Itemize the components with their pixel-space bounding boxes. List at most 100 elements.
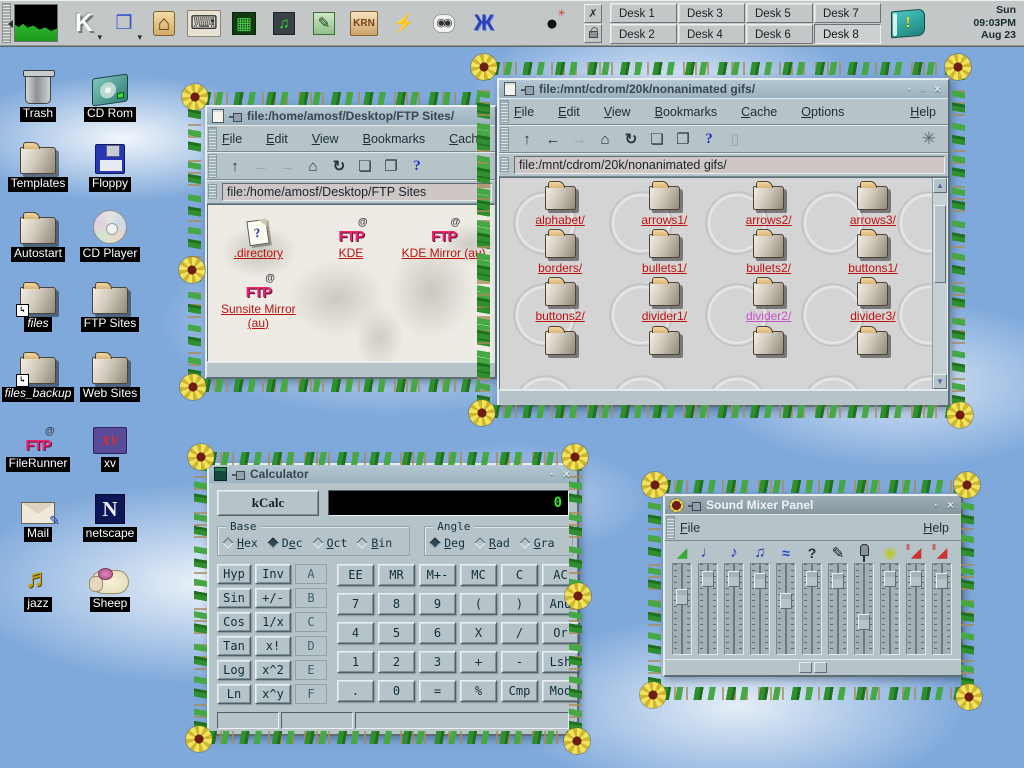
toolbar-icon[interactable]: ❏: [352, 154, 378, 178]
scroll-thumb[interactable]: [934, 205, 946, 283]
folder-item[interactable]: divider2/: [746, 282, 791, 323]
scroll-up-button[interactable]: ▲: [933, 178, 947, 193]
slider-track[interactable]: [906, 563, 926, 655]
menubar-drag-handle[interactable]: [666, 516, 675, 539]
toolbar-icon[interactable]: ←: [540, 127, 566, 151]
slider-handle[interactable]: [676, 589, 688, 605]
calc-key[interactable]: B: [295, 588, 327, 608]
calc-key[interactable]: Sin: [217, 588, 251, 608]
calc-key[interactable]: D: [295, 636, 327, 656]
slider-handle[interactable]: [780, 593, 792, 609]
channel-slider[interactable]: [695, 563, 721, 659]
channel-slider[interactable]: [929, 563, 955, 659]
folder-item[interactable]: arrows1/: [641, 186, 687, 227]
calc-key[interactable]: Tan: [217, 636, 251, 656]
desk-button[interactable]: Desk 3: [678, 3, 745, 23]
calc-key[interactable]: 9: [419, 593, 456, 615]
locbar-drag-handle[interactable]: [500, 157, 509, 172]
desk-button[interactable]: Desk 5: [746, 3, 813, 23]
toolbar-icon[interactable]: ?: [404, 154, 430, 178]
panel-launcher-icon[interactable]: KRN: [344, 3, 384, 43]
menu-item[interactable]: File: [222, 132, 242, 146]
calc-key[interactable]: Hyp: [217, 564, 251, 584]
lock-button[interactable]: [584, 24, 602, 43]
menu-item[interactable]: File: [514, 105, 534, 119]
menubar-drag-handle[interactable]: [500, 100, 509, 123]
calc-key[interactable]: 4: [337, 622, 374, 644]
desktop-icon[interactable]: files_backup: [2, 332, 74, 402]
desktop-icon[interactable]: ♬ jazz: [2, 542, 74, 612]
scroll-down-button[interactable]: ▼: [933, 374, 947, 389]
toolbar-icon[interactable]: ↻: [326, 154, 352, 178]
titlebar[interactable]: Sound Mixer Panel · ×: [665, 496, 961, 514]
toolbar-icon[interactable]: →: [566, 127, 592, 151]
toolbar-icon[interactable]: ⌂: [300, 154, 326, 178]
ftp-site-link[interactable]: FTP KDE: [338, 215, 363, 261]
calc-key[interactable]: MR: [378, 564, 415, 586]
channel-icon[interactable]: ≈: [773, 543, 799, 562]
panel-launcher-icon[interactable]: ▦: [224, 3, 264, 43]
slider-handle[interactable]: [832, 573, 844, 589]
menu-item-help[interactable]: Help: [910, 105, 936, 119]
folder-item[interactable]: arrows3/: [850, 186, 896, 227]
menu-item-file[interactable]: File: [680, 521, 700, 535]
folder-item[interactable]: borders/: [538, 234, 582, 275]
channel-slider[interactable]: [747, 563, 773, 659]
close-button[interactable]: ×: [932, 83, 943, 95]
slider-handle[interactable]: [806, 571, 818, 587]
close-button[interactable]: ×: [561, 468, 572, 480]
desktop-icon[interactable]: Sheep: [74, 542, 146, 612]
toolbar-icon[interactable]: ❐: [670, 127, 696, 151]
calc-key[interactable]: 0: [378, 680, 415, 702]
calc-key[interactable]: 5: [378, 622, 415, 644]
panel-launcher-icon[interactable]: K: [64, 3, 104, 43]
slider-track[interactable]: [698, 563, 718, 655]
location-input[interactable]: file:/home/amosf/Desktop/FTP Sites: [222, 183, 492, 201]
desktop-icon[interactable]: FTP Sites: [74, 262, 146, 332]
folder-item[interactable]: [649, 331, 680, 372]
titlebar[interactable]: file:/home/amosf/Desktop/FTP Sites/: [207, 107, 495, 125]
calc-key[interactable]: x!: [255, 636, 291, 656]
channel-slider[interactable]: [773, 563, 799, 659]
menu-item[interactable]: Bookmarks: [655, 105, 718, 119]
calc-key[interactable]: 1/x: [255, 612, 291, 632]
slider-handle[interactable]: [728, 571, 740, 587]
toolbar-drag-handle[interactable]: [208, 154, 217, 178]
calc-key[interactable]: E: [295, 660, 327, 680]
channel-slider[interactable]: [903, 563, 929, 659]
menu-item[interactable]: Options: [801, 105, 844, 119]
panel-launcher-icon[interactable]: ⚡: [384, 3, 424, 43]
sticky-pin-icon[interactable]: [229, 112, 242, 121]
calc-key[interactable]: Mod: [542, 680, 579, 702]
toolbar-icon[interactable]: ❐: [378, 154, 404, 178]
channel-slider[interactable]: [799, 563, 825, 659]
help-book-icon[interactable]: !: [891, 8, 925, 38]
titlebar[interactable]: file:/mnt/cdrom/20k/nonanimated gifs/ · …: [499, 80, 948, 98]
calc-key[interactable]: C: [501, 564, 538, 586]
desktop-icon[interactable]: XV xv: [74, 402, 146, 472]
calc-key[interactable]: And: [542, 593, 579, 615]
ftp-site-link[interactable]: FTP Sunsite Mirror (au): [215, 271, 301, 331]
calc-key[interactable]: Log: [217, 660, 251, 680]
minimize-button[interactable]: ·: [548, 468, 556, 480]
desktop-icon[interactable]: Web Sites: [74, 332, 146, 402]
folder-item[interactable]: alphabet/: [535, 186, 584, 227]
calc-key[interactable]: 2: [378, 651, 415, 673]
calc-key[interactable]: EE: [337, 564, 374, 586]
desk-button[interactable]: Desk 6: [746, 24, 813, 44]
calc-key[interactable]: Ln: [217, 684, 251, 704]
calc-key[interactable]: C: [295, 612, 327, 632]
angle-radio[interactable]: Rad: [476, 536, 510, 550]
toolbar-icon[interactable]: ?: [696, 127, 722, 151]
maximize-button[interactable]: ▫: [919, 83, 927, 95]
toolbar-icon[interactable]: ⌂: [592, 127, 618, 151]
desk-button[interactable]: Desk 1: [610, 3, 677, 23]
calc-key[interactable]: Cmp: [501, 680, 538, 702]
calc-key[interactable]: 1: [337, 651, 374, 673]
calc-key[interactable]: MC: [460, 564, 497, 586]
slider-track[interactable]: [724, 563, 744, 655]
calc-key[interactable]: Lsh: [542, 651, 579, 673]
desk-button[interactable]: Desk 8: [814, 24, 881, 44]
folder-item[interactable]: divider1/: [642, 282, 687, 323]
slider-track[interactable]: [854, 563, 874, 655]
